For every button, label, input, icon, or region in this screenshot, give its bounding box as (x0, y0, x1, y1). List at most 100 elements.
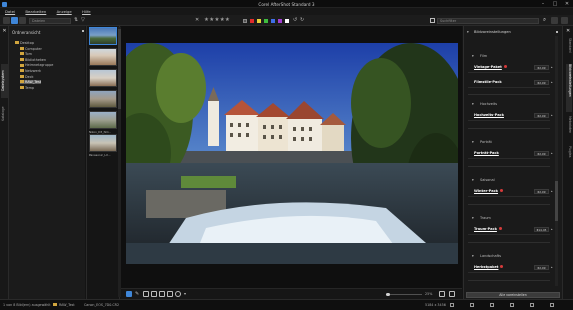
status-icon-2[interactable] (470, 302, 474, 307)
menu-edit[interactable]: Bearbeiten (25, 8, 46, 15)
tree-item[interactable]: Tom (20, 52, 32, 56)
folder-icon[interactable] (430, 17, 435, 23)
section-chevron-icon[interactable]: ▾ (472, 178, 474, 182)
section-chevron-icon[interactable]: ▾ (472, 216, 474, 220)
apply-all-presets-button[interactable]: Alle voreinstellen (466, 292, 560, 298)
status-icon-4[interactable] (510, 302, 514, 307)
reject-icon[interactable]: ✕ (195, 17, 199, 23)
menu-view[interactable]: Anzeige (57, 8, 72, 15)
main-photo[interactable] (126, 43, 458, 264)
tab-standard[interactable]: Standard (566, 38, 572, 60)
thumbnail-5[interactable] (89, 111, 117, 129)
tab-image-presets[interactable]: Bildvoreinstellungen (566, 64, 572, 112)
tool-options-icon[interactable]: ▾ (184, 291, 190, 297)
tree-item[interactable]: RAW_Test (20, 80, 42, 85)
thumbnail-4[interactable] (89, 90, 117, 108)
heal-tool-icon[interactable] (167, 291, 173, 297)
layout-icon[interactable] (551, 17, 558, 24)
compare-view-icon[interactable] (439, 291, 445, 297)
redeye-tool-icon[interactable] (159, 291, 165, 297)
presets-scrollbar[interactable] (555, 36, 558, 286)
filter-icon[interactable]: ▽ (81, 17, 85, 23)
section-chevron-icon[interactable]: ▾ (472, 254, 474, 258)
sort-icon[interactable]: ⇅ (74, 17, 78, 23)
price-dropdown-icon[interactable]: ▴ (551, 265, 553, 269)
zoom-slider[interactable] (386, 294, 422, 295)
status-icon-5[interactable] (530, 302, 534, 307)
tree-item[interactable]: Temp (20, 86, 34, 90)
fullscreen-icon[interactable] (561, 17, 568, 24)
thumbnail-1[interactable] (89, 27, 117, 45)
preset-price[interactable]: €2,99 (534, 113, 549, 118)
color-label-purple[interactable] (278, 18, 282, 23)
section-chevron-icon[interactable]: ▾ (472, 54, 474, 58)
single-view-icon[interactable] (449, 291, 455, 297)
color-label-red[interactable] (250, 18, 254, 23)
rating-stars[interactable]: ★★★★★ (204, 17, 230, 23)
tree-item[interactable]: Deck (20, 75, 34, 79)
preset-link[interactable]: Porträt-Pack (474, 151, 499, 155)
zoom-slider-knob[interactable] (386, 292, 390, 296)
edit-mode-icon[interactable] (19, 17, 26, 24)
section-chevron-icon[interactable]: ▾ (472, 140, 474, 144)
thumbnail-3[interactable] (89, 69, 117, 87)
crop-tool-icon[interactable] (143, 291, 149, 297)
preset-link[interactable]: Winter-Pack (474, 189, 504, 193)
color-label-blue[interactable] (271, 18, 275, 23)
straighten-tool-icon[interactable] (151, 291, 157, 297)
preset-link[interactable]: Hochzeits-Pack (474, 113, 504, 117)
tree-item[interactable]: Computer (20, 47, 42, 51)
preset-price[interactable]: €2,99 (534, 189, 549, 194)
preset-link[interactable]: Traum-Pack (474, 227, 502, 231)
tab-filesystem[interactable]: Dateisystem (1, 64, 8, 98)
status-icon-6[interactable] (550, 302, 554, 307)
minimize-button[interactable]: – (537, 0, 549, 8)
tree-item[interactable]: Heimnetzgruppe (20, 63, 53, 67)
panel-options-icon[interactable] (82, 30, 84, 32)
preset-link[interactable]: Filmstile-Pack (474, 80, 502, 84)
brush-tool-icon[interactable]: ✎ (135, 291, 141, 297)
preset-price[interactable]: €2,99 (534, 65, 549, 70)
section-chevron-icon[interactable]: ▾ (472, 102, 474, 106)
preset-price[interactable]: €2,99 (534, 80, 549, 85)
status-icon-1[interactable] (450, 302, 454, 307)
clone-tool-icon[interactable] (175, 291, 181, 297)
price-dropdown-icon[interactable]: ▴ (551, 113, 553, 117)
status-icon-3[interactable] (490, 302, 494, 307)
maximize-button[interactable]: □ (549, 0, 561, 8)
collapse-chevron-icon[interactable]: ▾ (467, 30, 469, 34)
search-input[interactable]: Suchfilter (437, 17, 539, 24)
menu-help[interactable]: Hilfe (82, 8, 91, 15)
tab-plugins[interactable]: Plugins (566, 146, 572, 168)
close-button[interactable]: ✕ (561, 0, 573, 8)
preset-link[interactable]: Vintage-Paket (474, 65, 507, 69)
panel-options-icon[interactable] (556, 31, 558, 33)
preset-price[interactable]: €2,99 (534, 151, 549, 156)
tab-metadata[interactable]: Metadaten (566, 116, 572, 142)
panel-close-icon[interactable]: ✕ (566, 28, 572, 34)
tree-item[interactable]: Bibliotheken (20, 58, 46, 62)
tree-item[interactable]: Desktop (15, 41, 34, 45)
price-dropdown-icon[interactable]: ▴ (551, 189, 553, 193)
color-label-none[interactable] (243, 18, 247, 23)
color-label-white[interactable] (285, 18, 289, 23)
preset-price[interactable]: €2,99 (534, 265, 549, 270)
select-tool-icon[interactable] (126, 291, 132, 297)
tab-catalogs[interactable]: Kataloge (1, 102, 8, 126)
color-label-yellow[interactable] (257, 18, 261, 23)
thumbnail-6[interactable] (89, 134, 117, 152)
rotate-right-icon[interactable]: ↻ (300, 17, 304, 23)
price-dropdown-icon[interactable]: ▴ (551, 227, 553, 231)
price-dropdown-icon[interactable]: ▴ (551, 151, 553, 155)
search-icon[interactable]: ⌕ (543, 17, 546, 24)
preset-link[interactable]: Herbstpaket (474, 265, 504, 269)
panel-close-icon[interactable]: ✕ (1, 28, 8, 34)
color-label-green[interactable] (264, 18, 268, 23)
thumbnail-2[interactable] (89, 48, 117, 66)
price-dropdown-icon[interactable]: ▴ (551, 80, 553, 84)
tree-item[interactable]: Netzwerk (20, 69, 41, 73)
view-mode-icon[interactable] (11, 17, 18, 24)
menu-file[interactable]: Datei (5, 8, 15, 15)
rotate-left-icon[interactable]: ↺ (293, 17, 297, 23)
manage-mode-icon[interactable] (3, 17, 10, 24)
